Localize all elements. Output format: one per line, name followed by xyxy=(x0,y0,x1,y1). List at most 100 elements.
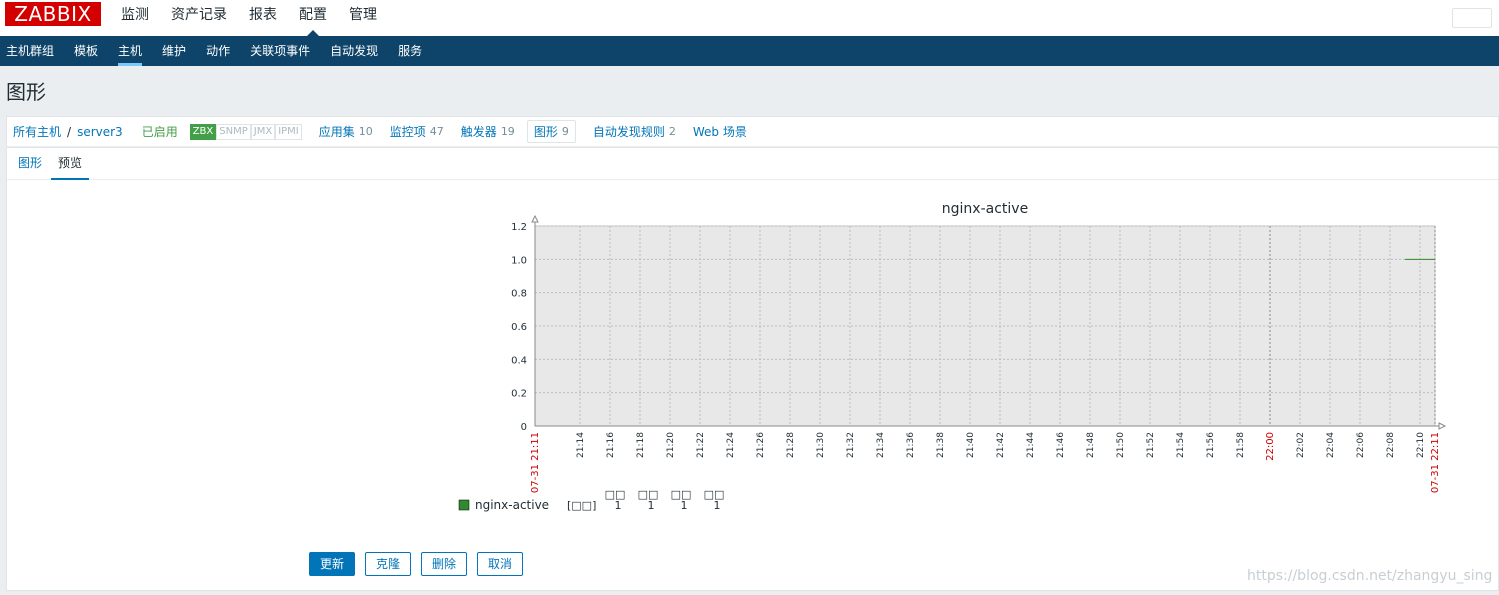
legend-function: [□□] xyxy=(567,499,596,512)
link-items-count: 47 xyxy=(429,125,444,138)
legend-value: 1 xyxy=(714,499,721,512)
top-nav: 监测 资产记录 报表 配置 管理 xyxy=(110,0,388,36)
x-tick-label: 21:14 xyxy=(576,432,586,458)
form-buttons: 更新 克隆 删除 取消 xyxy=(309,552,533,576)
badge-zbx: ZBX xyxy=(189,123,217,140)
subnav-event-correlation[interactable]: 关联项事件 xyxy=(240,36,320,66)
chart-title: nginx-active xyxy=(942,201,1028,217)
topnav-inventory[interactable]: 资产记录 xyxy=(160,0,238,36)
link-discovery-rules-count: 2 xyxy=(668,125,676,138)
x-tick-label: 21:28 xyxy=(786,432,796,458)
cancel-button[interactable]: 取消 xyxy=(477,552,524,576)
sub-nav: 主机群组 模板 主机 维护 动作 关联项事件 自动发现 服务 xyxy=(0,36,1499,66)
link-discovery-rules-label[interactable]: 自动发现规则 xyxy=(593,123,665,140)
breadcrumb-all-hosts[interactable]: 所有主机 xyxy=(13,123,61,140)
x-tick-label: 21:38 xyxy=(936,432,946,458)
subnav-services[interactable]: 服务 xyxy=(388,36,432,66)
x-tick-label: 22:02 xyxy=(1296,432,1306,458)
x-tick-label: 22:00 xyxy=(1265,432,1276,461)
y-axis-arrow xyxy=(531,214,539,223)
update-button[interactable]: 更新 xyxy=(309,552,356,576)
legend-series-name: nginx-active xyxy=(475,498,549,512)
link-triggers[interactable]: 触发器 19 xyxy=(461,123,515,140)
x-tick-label: 21:52 xyxy=(1146,432,1156,458)
link-triggers-label[interactable]: 触发器 xyxy=(461,123,497,140)
y-tick-label: 0.8 xyxy=(511,289,527,300)
x-tick-label: 22:10 xyxy=(1416,432,1426,458)
x-tick-label: 21:16 xyxy=(606,432,616,458)
host-nav: 所有主机 / server3 已启用 ZBX SNMP JMX IPMI 应用集… xyxy=(6,116,1499,146)
top-bar: ZABBIX 监测 资产记录 报表 配置 管理 xyxy=(0,0,1499,36)
subnav-templates[interactable]: 模板 xyxy=(64,36,108,66)
x-tick-label: 21:34 xyxy=(876,432,886,458)
y-tick-label: 0 xyxy=(521,422,527,433)
y-tick-label: 0.2 xyxy=(511,389,527,400)
x-tick-label: 21:36 xyxy=(906,432,916,458)
link-applications[interactable]: 应用集 10 xyxy=(319,123,373,140)
x-tick-label: 21:56 xyxy=(1206,432,1216,458)
link-graphs[interactable]: 图形 9 xyxy=(526,120,576,143)
search-box[interactable] xyxy=(1452,8,1492,28)
badge-ipmi: IPMI xyxy=(275,123,302,140)
subnav-discovery[interactable]: 自动发现 xyxy=(320,36,388,66)
x-tick-label: 21:30 xyxy=(816,432,826,458)
x-tick-label: 21:44 xyxy=(1026,432,1036,458)
x-tick-label: 21:32 xyxy=(846,432,856,458)
link-web-scenarios[interactable]: Web 场景 xyxy=(693,123,751,140)
y-tick-label: 1.0 xyxy=(511,255,527,266)
legend-swatch xyxy=(458,499,470,511)
link-web-scenarios-label[interactable]: Web 场景 xyxy=(693,123,747,140)
subnav-actions[interactable]: 动作 xyxy=(196,36,240,66)
x-tick-label: 21:54 xyxy=(1176,432,1186,458)
badge-snmp: SNMP xyxy=(216,123,251,140)
legend-value: 1 xyxy=(648,499,655,512)
x-tick-label: 21:58 xyxy=(1236,432,1246,458)
topnav-administration[interactable]: 管理 xyxy=(338,0,388,36)
tab-bar: 图形 预览 xyxy=(7,148,1498,180)
link-graphs-label[interactable]: 图形 xyxy=(534,123,558,140)
delete-button[interactable]: 删除 xyxy=(421,552,468,576)
link-items[interactable]: 监控项 47 xyxy=(390,123,444,140)
topnav-configuration[interactable]: 配置 xyxy=(288,0,338,36)
x-tick-label: 21:24 xyxy=(726,432,736,458)
host-status[interactable]: 已启用 xyxy=(142,123,178,140)
x-tick-label: 07-31 21:11 xyxy=(530,432,541,493)
x-axis-arrow xyxy=(1438,422,1447,430)
graph-preview: nginx-active 0 0.2 0.4 0.6 0.8 1.0 1.2 07-31 21:… xyxy=(458,201,1447,512)
link-applications-label[interactable]: 应用集 xyxy=(319,123,355,140)
tab-graph[interactable]: 图形 xyxy=(11,148,49,179)
zabbix-logo[interactable]: ZABBIX xyxy=(5,2,101,26)
legend-value: 1 xyxy=(681,499,688,512)
link-graphs-count: 9 xyxy=(561,125,569,138)
x-tick-label: 21:22 xyxy=(696,432,706,458)
content-panel: 图形 预览 nginx-active 0 0.2 0.4 0.6 0.8 1.0 1.2 07-… xyxy=(6,147,1499,591)
link-triggers-count: 19 xyxy=(500,125,515,138)
x-tick-label: 07-31 22:11 xyxy=(1430,432,1441,493)
subnav-maintenance[interactable]: 维护 xyxy=(152,36,196,66)
badge-jmx: JMX xyxy=(250,123,276,140)
legend-value: 1 xyxy=(615,499,622,512)
subnav-hosts[interactable]: 主机 xyxy=(108,36,152,66)
link-applications-count: 10 xyxy=(358,125,373,138)
x-tick-label: 21:40 xyxy=(966,432,976,458)
x-tick-label: 22:08 xyxy=(1386,432,1396,458)
y-tick-label: 0.4 xyxy=(511,355,527,366)
x-tick-label: 22:06 xyxy=(1356,432,1366,458)
x-tick-label: 21:26 xyxy=(756,432,766,458)
x-tick-label: 21:20 xyxy=(666,432,676,458)
link-items-label[interactable]: 监控项 xyxy=(390,123,426,140)
link-discovery-rules[interactable]: 自动发现规则 2 xyxy=(593,123,676,140)
tab-preview[interactable]: 预览 xyxy=(51,148,90,180)
availability-badges: ZBX SNMP JMX IPMI xyxy=(189,123,302,140)
x-tick-label: 21:46 xyxy=(1056,432,1066,458)
y-tick-label: 0.6 xyxy=(511,322,527,333)
y-tick-label: 1.2 xyxy=(511,222,527,233)
topnav-monitoring[interactable]: 监测 xyxy=(110,0,160,36)
topnav-reports[interactable]: 报表 xyxy=(238,0,288,36)
subnav-host-groups[interactable]: 主机群组 xyxy=(0,36,64,66)
x-tick-label: 21:48 xyxy=(1086,432,1096,458)
breadcrumb-host[interactable]: server3 xyxy=(77,125,123,139)
x-tick-label: 21:18 xyxy=(636,432,646,458)
clone-button[interactable]: 克隆 xyxy=(365,552,412,576)
breadcrumb-separator: / xyxy=(67,124,72,139)
